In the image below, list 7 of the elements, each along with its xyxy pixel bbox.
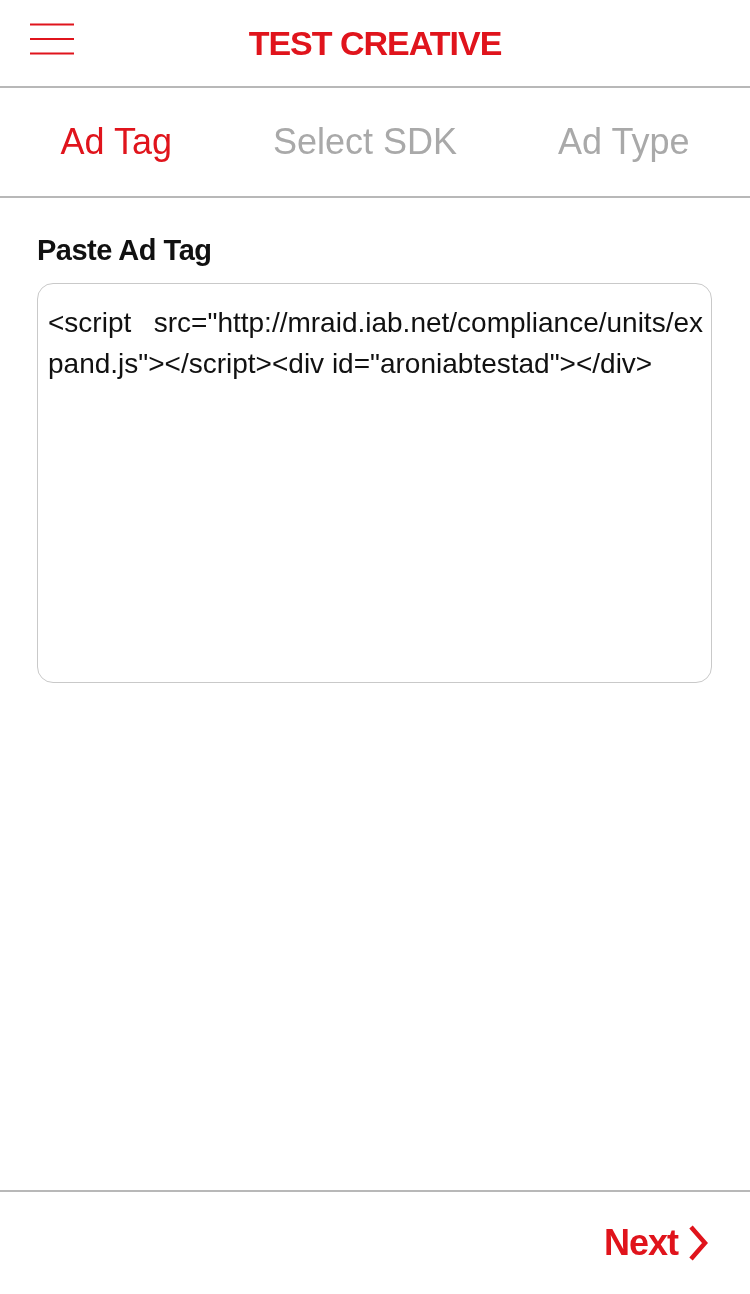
field-label: Paste Ad Tag (37, 234, 213, 267)
chevron-icon (688, 1225, 708, 1261)
tab[interactable]: Ad Tag (52, 117, 180, 167)
menu-icon[interactable] (30, 23, 74, 55)
app-title: TEST CREATIVE (248, 23, 502, 63)
next-button[interactable]: Next (603, 1222, 708, 1264)
ad-tag-field[interactable]: <script src="http://mraid.iab.net/compliance/units/expand.js"></script><div id="aroniabtestad"></div> (37, 283, 712, 683)
